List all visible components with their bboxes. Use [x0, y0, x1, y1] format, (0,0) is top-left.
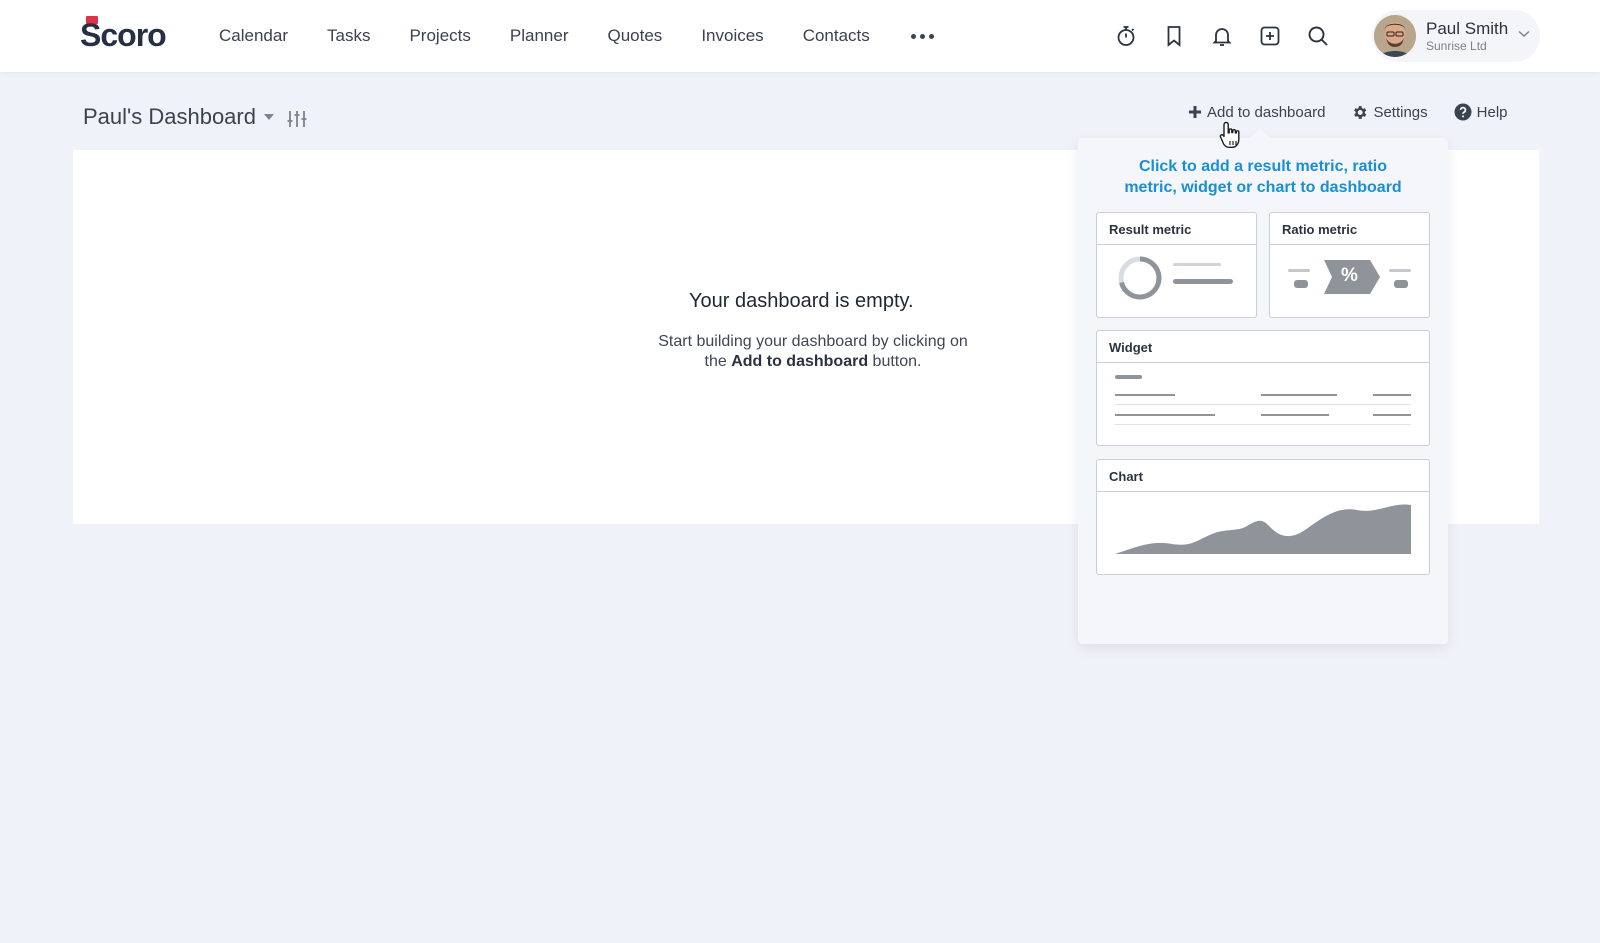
- menu-instructions: Click to add a result metric, ratio metr…: [1078, 156, 1448, 198]
- add-to-dashboard-label: Add to dashboard: [1207, 103, 1326, 121]
- bookmark-icon[interactable]: [1160, 22, 1188, 50]
- timer-icon[interactable]: [1112, 22, 1140, 50]
- menu-instructions-line-2: metric, widget or chart to dashboard: [1124, 179, 1402, 196]
- dashboard-actions: Add to dashboard Settings Help: [1188, 103, 1508, 121]
- help-icon: [1454, 103, 1472, 121]
- chart-preview: [1097, 492, 1429, 579]
- chart-tile[interactable]: Chart: [1096, 459, 1430, 575]
- ratio-metric-label: Ratio metric: [1270, 213, 1429, 245]
- ratio-metric-tile[interactable]: Ratio metric %: [1269, 212, 1430, 318]
- scoro-logo[interactable]: Scoro: [80, 16, 167, 53]
- main-nav: Calendar Tasks Projects Planner Quotes I…: [219, 0, 934, 72]
- add-to-dashboard-button[interactable]: Add to dashboard: [1188, 104, 1325, 121]
- top-navigation-bar: Scoro Calendar Tasks Projects Planner Qu…: [0, 0, 1600, 72]
- page-title: Paul's Dashboard: [83, 104, 256, 129]
- nav-item-projects[interactable]: Projects: [409, 26, 470, 46]
- nav-item-contacts[interactable]: Contacts: [803, 26, 870, 46]
- nav-item-calendar[interactable]: Calendar: [219, 26, 288, 46]
- result-metric-label: Result metric: [1097, 213, 1256, 245]
- ratio-metric-preview: %: [1270, 245, 1429, 322]
- user-info: Paul Smith Sunrise Ltd: [1426, 19, 1508, 53]
- caret-down-icon[interactable]: [263, 114, 274, 120]
- empty-desc-bold: Add to dashboard: [731, 353, 869, 370]
- add-to-dashboard-menu: Click to add a result metric, ratio metr…: [1078, 138, 1448, 644]
- empty-desc-end: button.: [868, 353, 922, 370]
- percent-symbol: %: [1341, 265, 1358, 286]
- user-company: Sunrise Ltd: [1426, 39, 1487, 53]
- nav-item-tasks[interactable]: Tasks: [327, 26, 370, 46]
- empty-state-description: Start building your dashboard by clickin…: [653, 332, 973, 372]
- nav-item-planner[interactable]: Planner: [510, 26, 569, 46]
- result-metric-preview: [1097, 245, 1256, 322]
- dashboard-title-selector[interactable]: Paul's Dashboard: [83, 104, 274, 130]
- nav-item-invoices[interactable]: Invoices: [701, 26, 763, 46]
- more-menu-icon[interactable]: [910, 33, 934, 39]
- widget-tile[interactable]: Widget: [1096, 330, 1430, 446]
- avatar: [1374, 15, 1416, 57]
- chevron-down-icon: [1518, 30, 1530, 37]
- settings-label: Settings: [1373, 103, 1428, 121]
- add-square-icon[interactable]: [1256, 22, 1284, 50]
- chart-label: Chart: [1097, 460, 1429, 492]
- user-menu[interactable]: Paul Smith Sunrise Ltd: [1372, 10, 1540, 62]
- help-button[interactable]: Help: [1454, 103, 1508, 121]
- user-name: Paul Smith: [1426, 19, 1509, 38]
- nav-item-quotes[interactable]: Quotes: [608, 26, 663, 46]
- menu-instructions-line-1: Click to add a result metric, ratio: [1138, 158, 1388, 175]
- widget-label: Widget: [1097, 331, 1429, 363]
- logo-text: Scoro: [80, 16, 167, 53]
- hand-cursor-icon: [1219, 121, 1240, 148]
- result-metric-tile[interactable]: Result metric: [1096, 212, 1257, 318]
- gear-icon: [1354, 105, 1367, 119]
- search-icon[interactable]: [1304, 22, 1332, 50]
- widget-preview: [1097, 363, 1429, 450]
- help-label: Help: [1476, 103, 1508, 121]
- settings-button[interactable]: Settings: [1351, 103, 1428, 121]
- top-icon-bar: [1112, 22, 1332, 50]
- plus-icon: [1189, 106, 1201, 118]
- sliders-icon[interactable]: [286, 108, 308, 135]
- bell-icon[interactable]: [1208, 22, 1236, 50]
